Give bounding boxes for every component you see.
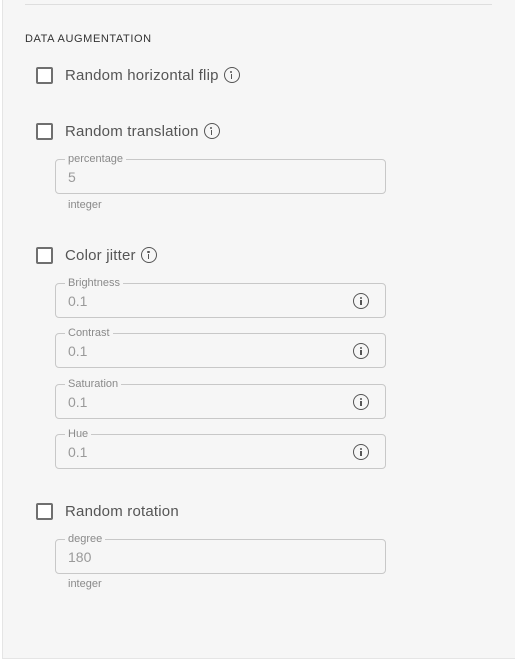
info-icon[interactable]: [203, 123, 220, 139]
random-rotation-label: Random rotation: [65, 502, 179, 520]
saturation-value[interactable]: 0.1: [68, 394, 87, 410]
degree-field[interactable]: degree 180: [55, 532, 386, 574]
color-jitter-option[interactable]: Color jitter: [36, 244, 157, 266]
percentage-field-label: percentage: [65, 152, 127, 166]
info-icon[interactable]: [353, 394, 369, 410]
random-horizontal-flip-option[interactable]: Random horizontal flip: [36, 64, 240, 86]
brightness-value[interactable]: 0.1: [68, 293, 87, 309]
color-jitter-label: Color jitter: [65, 246, 136, 264]
info-icon[interactable]: [223, 67, 240, 83]
contrast-value[interactable]: 0.1: [68, 343, 87, 359]
hue-field-label: Hue: [65, 427, 92, 441]
percentage-field[interactable]: percentage 5: [55, 152, 386, 194]
hue-field[interactable]: Hue 0.1: [55, 427, 386, 469]
random-rotation-option[interactable]: Random rotation: [36, 500, 179, 522]
info-icon[interactable]: [353, 343, 369, 359]
degree-hint: integer: [68, 578, 102, 590]
random-translation-option[interactable]: Random translation: [36, 120, 220, 142]
color-jitter-checkbox[interactable]: [36, 246, 53, 264]
degree-field-label: degree: [65, 532, 106, 546]
saturation-field-label: Saturation: [65, 377, 122, 391]
divider: [25, 4, 492, 5]
percentage-hint: integer: [68, 199, 102, 211]
percentage-value[interactable]: 5: [68, 169, 76, 185]
random-translation-checkbox[interactable]: [36, 122, 53, 140]
contrast-field[interactable]: Contrast 0.1: [55, 326, 386, 368]
random-horizontal-flip-checkbox[interactable]: [36, 66, 53, 84]
data-augmentation-panel: DATA AUGMENTATION Random horizontal flip…: [2, 0, 515, 659]
info-icon[interactable]: [140, 247, 157, 263]
saturation-field[interactable]: Saturation 0.1: [55, 377, 386, 419]
hue-value[interactable]: 0.1: [68, 444, 87, 460]
section-title: DATA AUGMENTATION: [25, 33, 152, 45]
random-translation-label: Random translation: [65, 122, 199, 140]
random-rotation-checkbox[interactable]: [36, 502, 53, 520]
info-icon[interactable]: [353, 293, 369, 309]
random-horizontal-flip-label: Random horizontal flip: [65, 66, 219, 84]
brightness-field-label: Brightness: [65, 276, 123, 290]
contrast-field-label: Contrast: [65, 326, 113, 340]
degree-value[interactable]: 180: [68, 549, 91, 565]
brightness-field[interactable]: Brightness 0.1: [55, 276, 386, 318]
info-icon[interactable]: [353, 444, 369, 460]
